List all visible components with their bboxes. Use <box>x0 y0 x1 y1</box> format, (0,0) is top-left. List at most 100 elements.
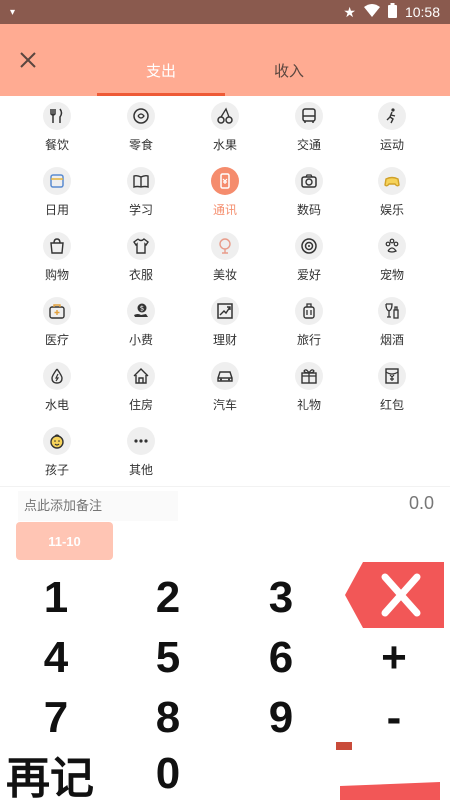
key-dot[interactable] <box>250 760 290 800</box>
key-6[interactable]: 6 <box>225 628 337 688</box>
status-time: 10:58 <box>404 4 440 20</box>
key-minus[interactable]: - <box>338 688 450 748</box>
category-luggage[interactable]: 旅行 <box>264 293 354 357</box>
category-target[interactable]: 爱好 <box>264 228 354 292</box>
target-icon <box>295 232 323 260</box>
category-label: 数码 <box>296 203 321 217</box>
key-7[interactable]: 7 <box>0 688 112 748</box>
category-cherry[interactable]: 水果 <box>180 98 270 162</box>
category-shirt[interactable]: 衣服 <box>96 228 186 292</box>
close-icon <box>20 52 36 68</box>
category-label: 交通 <box>296 138 321 152</box>
star-icon: ★ <box>343 3 356 20</box>
category-bus[interactable]: 交通 <box>264 98 354 162</box>
category-book[interactable]: 学习 <box>96 163 186 227</box>
wine-icon <box>378 297 406 325</box>
category-label: 礼物 <box>296 398 321 412</box>
category-bag[interactable]: 购物 <box>12 228 102 292</box>
category-label: 其他 <box>128 463 153 477</box>
key-9[interactable]: 9 <box>225 688 337 748</box>
snack-icon <box>127 102 155 130</box>
key-2[interactable]: 2 <box>112 568 224 628</box>
category-daily[interactable]: 日用 <box>12 163 102 227</box>
bus-icon <box>295 102 323 130</box>
mirror-icon <box>211 232 239 260</box>
category-label: 烟酒 <box>379 333 404 347</box>
key-4[interactable]: 4 <box>0 628 112 688</box>
category-camera[interactable]: 数码 <box>264 163 354 227</box>
category-label: 衣服 <box>128 268 153 282</box>
house-icon <box>127 362 155 390</box>
phone-icon <box>211 167 239 195</box>
gamepad-icon <box>378 167 406 195</box>
category-label: 水果 <box>212 138 237 152</box>
category-grid: 餐饮 零食 水果 交通 运动日用 学习 通讯 数码 娱乐购物 衣服 美妆 爱好 宠物医疗 $ 小费 理财 旅行 烟… <box>0 98 450 482</box>
category-more[interactable]: 其他 <box>96 423 186 487</box>
wifi-icon <box>363 3 380 21</box>
status-bar: ▾ ★ 10:58 <box>0 0 450 24</box>
category-paw[interactable]: 宠物 <box>347 228 437 292</box>
key-0[interactable]: 0 <box>112 748 224 800</box>
key-plus[interactable]: + <box>338 628 450 688</box>
category-utensils[interactable]: 餐饮 <box>12 98 102 162</box>
category-label: 旅行 <box>296 333 321 347</box>
category-running[interactable]: 运动 <box>347 98 437 162</box>
category-wine[interactable]: 烟酒 <box>347 293 437 357</box>
key-5[interactable]: 5 <box>112 628 224 688</box>
category-label: 美妆 <box>212 268 237 282</box>
cherry-icon <box>211 102 239 130</box>
category-label: 爱好 <box>296 268 321 282</box>
category-child[interactable]: 孩子 <box>12 423 102 487</box>
category-phone[interactable]: 通讯 <box>180 163 270 227</box>
category-label: 医疗 <box>44 333 69 347</box>
category-snack[interactable]: 零食 <box>96 98 186 162</box>
key-1[interactable]: 1 <box>0 568 112 628</box>
category-gamepad[interactable]: 娱乐 <box>347 163 437 227</box>
category-house[interactable]: 住房 <box>96 358 186 422</box>
chart-icon <box>211 297 239 325</box>
gift-icon <box>295 362 323 390</box>
utensils-icon <box>43 102 71 130</box>
tab-expense[interactable]: 支出 <box>97 60 225 96</box>
category-label: 小费 <box>128 333 153 347</box>
redpacket-icon <box>378 362 406 390</box>
category-chart[interactable]: 理财 <box>180 293 270 357</box>
category-label: 运动 <box>379 138 404 152</box>
notification-icon: ▾ <box>10 6 16 18</box>
category-gift[interactable]: 礼物 <box>264 358 354 422</box>
category-label: 宠物 <box>379 268 404 282</box>
category-label: 学习 <box>128 203 153 217</box>
category-water[interactable]: 水电 <box>12 358 102 422</box>
category-car[interactable]: 汽车 <box>180 358 270 422</box>
key-8[interactable]: 8 <box>112 688 224 748</box>
category-label: 红包 <box>379 398 404 412</box>
header: 支出 收入 <box>0 24 450 96</box>
note-input[interactable] <box>18 491 178 521</box>
category-tip[interactable]: $ 小费 <box>96 293 186 357</box>
category-redpacket[interactable]: 红包 <box>347 358 437 422</box>
key-3[interactable]: 3 <box>225 568 337 628</box>
paw-icon <box>378 232 406 260</box>
luggage-icon <box>295 297 323 325</box>
category-label: 住房 <box>128 398 153 412</box>
record-again-button[interactable]: 再记 <box>6 748 116 800</box>
date-button[interactable]: 11-10 <box>16 522 113 560</box>
daily-icon <box>43 167 71 195</box>
child-icon <box>43 427 71 455</box>
category-label: 餐饮 <box>44 138 69 152</box>
shirt-icon <box>127 232 155 260</box>
category-label: 购物 <box>44 268 69 282</box>
running-icon <box>378 102 406 130</box>
water-icon <box>43 362 71 390</box>
category-label: 水电 <box>44 398 69 412</box>
category-label: 通讯 <box>212 203 237 217</box>
category-label: 零食 <box>128 138 153 152</box>
category-mirror[interactable]: 美妆 <box>180 228 270 292</box>
done-button[interactable] <box>336 742 444 800</box>
more-icon <box>127 427 155 455</box>
category-label: 理财 <box>212 333 237 347</box>
delete-button[interactable] <box>345 562 444 628</box>
tab-income[interactable]: 收入 <box>225 60 353 96</box>
close-button[interactable] <box>14 46 42 74</box>
category-medkit[interactable]: 医疗 <box>12 293 102 357</box>
